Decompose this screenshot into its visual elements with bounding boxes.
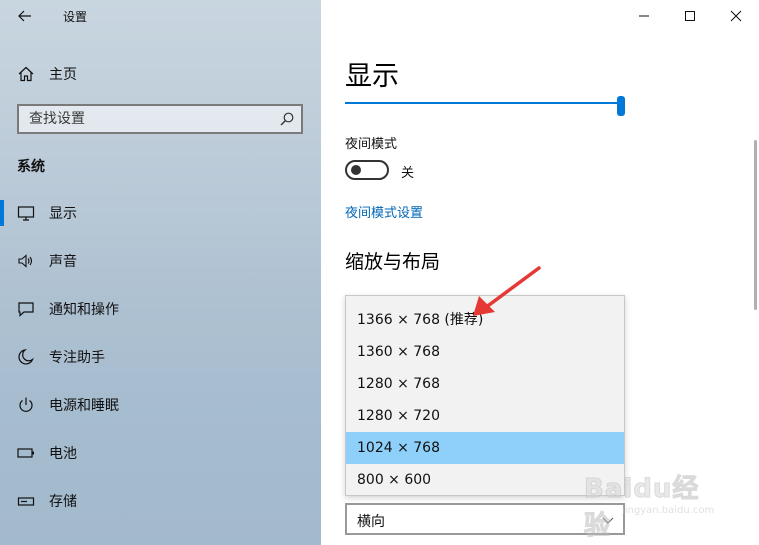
- close-icon: [730, 10, 742, 22]
- sidebar-item-home[interactable]: 主页: [0, 57, 321, 89]
- sidebar-item-label: 通知和操作: [49, 302, 119, 318]
- sidebar-item-label: 存储: [49, 494, 77, 510]
- close-button[interactable]: [713, 0, 759, 32]
- scale-layout-heading: 缩放与布局: [345, 251, 441, 273]
- resolution-option-selected[interactable]: 1024 × 768: [346, 432, 624, 464]
- window-controls: [621, 0, 759, 32]
- power-icon: [19, 397, 33, 412]
- sidebar-item-focus-assist[interactable]: 专注助手: [0, 340, 321, 388]
- sidebar-nav: 显示 声音 通知和操作 专注助手 电源和睡眠 电池 存储: [0, 196, 321, 532]
- minimize-button[interactable]: [621, 0, 667, 32]
- night-mode-settings-link[interactable]: 夜间模式设置: [345, 202, 423, 221]
- title-bar: 设置: [0, 0, 321, 32]
- night-mode-state: 关: [401, 166, 415, 181]
- toggle-knob: [351, 165, 361, 175]
- monitor-icon: [17, 206, 35, 221]
- sidebar-item-label: 显示: [49, 206, 77, 222]
- sidebar: 设置 主页 系统 显示 声音: [0, 0, 321, 545]
- resolution-option[interactable]: 1366 × 768 (推荐): [346, 304, 624, 336]
- sidebar-item-label: 声音: [49, 254, 77, 270]
- sidebar-item-label: 主页: [49, 67, 77, 83]
- section-label: 系统: [17, 159, 45, 175]
- sidebar-item-display[interactable]: 显示: [0, 196, 321, 244]
- sidebar-item-label: 专注助手: [49, 350, 105, 366]
- search-box[interactable]: [17, 104, 303, 134]
- night-mode-toggle[interactable]: [345, 160, 389, 180]
- moon-icon: [18, 349, 34, 365]
- sidebar-item-battery[interactable]: 电池: [0, 436, 321, 484]
- sidebar-item-notifications[interactable]: 通知和操作: [0, 292, 321, 340]
- back-arrow-icon: [18, 10, 31, 22]
- resolution-option[interactable]: 1280 × 720: [346, 400, 624, 432]
- sidebar-item-label: 电源和睡眠: [49, 398, 119, 414]
- back-button[interactable]: [10, 4, 40, 28]
- orientation-value: 横向: [357, 514, 385, 530]
- sidebar-item-power-sleep[interactable]: 电源和睡眠: [0, 388, 321, 436]
- resolution-option[interactable]: 1280 × 768: [346, 368, 624, 400]
- notification-icon: [18, 302, 34, 317]
- baidu-watermark: Baidu经验 jingyan.baidu.com: [578, 462, 718, 542]
- maximize-button[interactable]: [667, 0, 713, 32]
- minimize-icon: [639, 15, 649, 17]
- speaker-icon: [18, 254, 33, 268]
- night-mode-label: 夜间模式: [345, 137, 398, 152]
- maximize-icon: [685, 11, 695, 21]
- sidebar-item-sound[interactable]: 声音: [0, 244, 321, 292]
- sidebar-item-label: 电池: [49, 446, 77, 462]
- sidebar-item-storage[interactable]: 存储: [0, 484, 321, 532]
- home-icon: [18, 66, 34, 82]
- brightness-slider-track[interactable]: [345, 102, 621, 104]
- vertical-scrollbar[interactable]: [754, 140, 757, 310]
- search-input[interactable]: [19, 106, 269, 132]
- brightness-slider-thumb[interactable]: [617, 96, 625, 116]
- app-title: 设置: [63, 10, 88, 24]
- storage-icon: [17, 497, 35, 506]
- watermark-url: jingyan.baidu.com: [622, 505, 715, 516]
- search-icon[interactable]: [279, 111, 295, 127]
- page-title: 显示: [345, 61, 399, 92]
- resolution-option[interactable]: 1360 × 768: [346, 336, 624, 368]
- battery-icon: [17, 448, 34, 458]
